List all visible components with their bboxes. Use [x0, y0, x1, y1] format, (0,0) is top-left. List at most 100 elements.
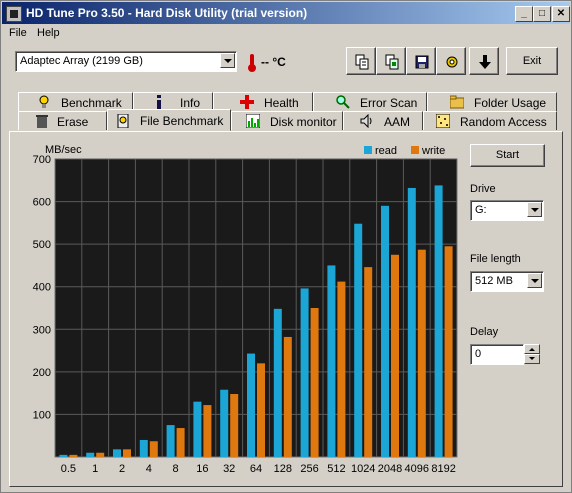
x-tick-label: 8192	[431, 463, 455, 475]
chevron-down-icon[interactable]	[527, 273, 542, 288]
x-tick-label: 256	[300, 463, 318, 475]
x-tick-label: 0.5	[61, 463, 76, 475]
download-button[interactable]	[469, 47, 499, 75]
download-icon	[479, 55, 491, 69]
tab-random-access[interactable]: Random Access	[423, 111, 557, 130]
y-tick-label: 500	[33, 239, 51, 251]
bar-write	[444, 246, 453, 457]
save-icon	[415, 55, 429, 69]
menu-bar: File Help	[2, 25, 570, 43]
bar-write	[283, 336, 292, 457]
bar-read	[59, 454, 68, 457]
bar-read	[354, 223, 363, 457]
x-tick-label: 32	[223, 463, 235, 475]
x-tick-label: 64	[250, 463, 262, 475]
minimize-button[interactable]: _	[515, 6, 533, 22]
chevron-up-icon	[529, 348, 535, 351]
speaker-icon	[360, 114, 372, 128]
delay-label: Delay	[470, 326, 499, 338]
y-tick-label: 200	[33, 367, 51, 379]
bar-read	[220, 389, 229, 457]
menu-help[interactable]: Help	[37, 27, 60, 39]
exit-button[interactable]: Exit	[506, 47, 558, 75]
y-tick-label: 600	[33, 197, 51, 209]
chevron-down-icon	[529, 357, 535, 360]
file-benchmark-icon	[117, 114, 129, 128]
save-button[interactable]	[406, 47, 436, 75]
delay-input[interactable]: 0	[470, 344, 524, 365]
bar-write	[149, 441, 158, 457]
chevron-down-icon[interactable]	[220, 53, 235, 68]
info-icon	[157, 95, 161, 109]
disk-monitor-icon	[246, 114, 260, 128]
x-tick-label: 2	[119, 463, 125, 475]
bar-read	[381, 205, 389, 457]
file-length-select[interactable]: 512 MB	[470, 271, 544, 292]
bar-write	[257, 363, 265, 457]
temperature-readout: -- °C	[261, 55, 286, 69]
legend-label-write: write	[421, 145, 445, 157]
options-icon	[446, 56, 458, 68]
legend-label-read: read	[375, 145, 397, 157]
bar-read	[193, 401, 202, 457]
bar-read	[247, 353, 255, 457]
bar-read	[166, 425, 175, 457]
random-access-icon	[436, 114, 450, 128]
bar-read	[273, 308, 282, 457]
tab-disk-monitor[interactable]: Disk monitor	[231, 111, 343, 130]
file-length-value: 512 MB	[475, 275, 513, 287]
legend-swatch-write	[411, 146, 419, 154]
bar-write	[69, 454, 78, 457]
x-tick-label: 1024	[351, 463, 375, 475]
tab-folder-usage[interactable]: Folder Usage	[427, 92, 557, 111]
bar-write	[417, 249, 426, 457]
copy-text-button[interactable]	[346, 47, 376, 75]
bar-write	[364, 267, 373, 457]
file-length-label: File length	[470, 253, 521, 265]
folder-icon	[450, 95, 464, 109]
x-tick-label: 16	[196, 463, 208, 475]
title-bar[interactable]: HD Tune Pro 3.50 - Hard Disk Utility (tr…	[2, 2, 570, 24]
y-tick-label: 100	[33, 409, 51, 421]
drive-label: Drive	[470, 183, 496, 195]
tab-file-benchmark[interactable]: File Benchmark	[107, 109, 231, 131]
copy-image-button[interactable]	[376, 47, 406, 75]
thermometer-icon	[247, 53, 257, 73]
bar-write	[123, 449, 131, 457]
drive-letter-value: G:	[475, 204, 487, 216]
bar-read	[327, 265, 336, 457]
bar-write	[96, 452, 105, 457]
legend-swatch-read	[364, 146, 372, 154]
copy-image-icon	[385, 54, 399, 70]
y-axis-label: MB/sec	[45, 144, 82, 156]
tab-aam[interactable]: AAM	[343, 111, 423, 130]
chevron-down-icon[interactable]	[527, 202, 542, 217]
tab-error-scan[interactable]: Error Scan	[313, 92, 427, 111]
window-title: HD Tune Pro 3.50 - Hard Disk Utility (tr…	[26, 6, 308, 20]
app-window: HD Tune Pro 3.50 - Hard Disk Utility (tr…	[0, 0, 572, 493]
drive-letter-select[interactable]: G:	[470, 200, 544, 221]
delay-decrement-button[interactable]	[524, 354, 540, 364]
drive-select[interactable]: Adaptec Array (2199 GB)	[15, 51, 237, 72]
delay-increment-button[interactable]	[524, 344, 540, 354]
drive-select-value: Adaptec Array (2199 GB)	[20, 55, 143, 67]
bar-read	[113, 449, 121, 457]
close-button[interactable]: ✕	[552, 6, 570, 22]
bar-read	[139, 439, 148, 457]
options-button[interactable]	[436, 47, 466, 75]
bar-read	[300, 288, 309, 457]
bar-read	[86, 452, 95, 457]
tab-erase[interactable]: Erase	[18, 111, 107, 130]
maximize-button[interactable]: □	[533, 6, 551, 22]
x-tick-label: 8	[173, 463, 179, 475]
start-button[interactable]: Start	[470, 144, 545, 167]
x-tick-label: 2048	[378, 463, 402, 475]
bar-write	[310, 308, 319, 457]
y-tick-label: 400	[33, 282, 51, 294]
trash-icon	[36, 115, 48, 128]
x-tick-label: 512	[327, 463, 345, 475]
lightbulb-icon	[39, 95, 49, 108]
menu-file[interactable]: File	[9, 27, 27, 39]
health-cross-icon	[240, 95, 254, 109]
app-icon	[6, 6, 22, 22]
